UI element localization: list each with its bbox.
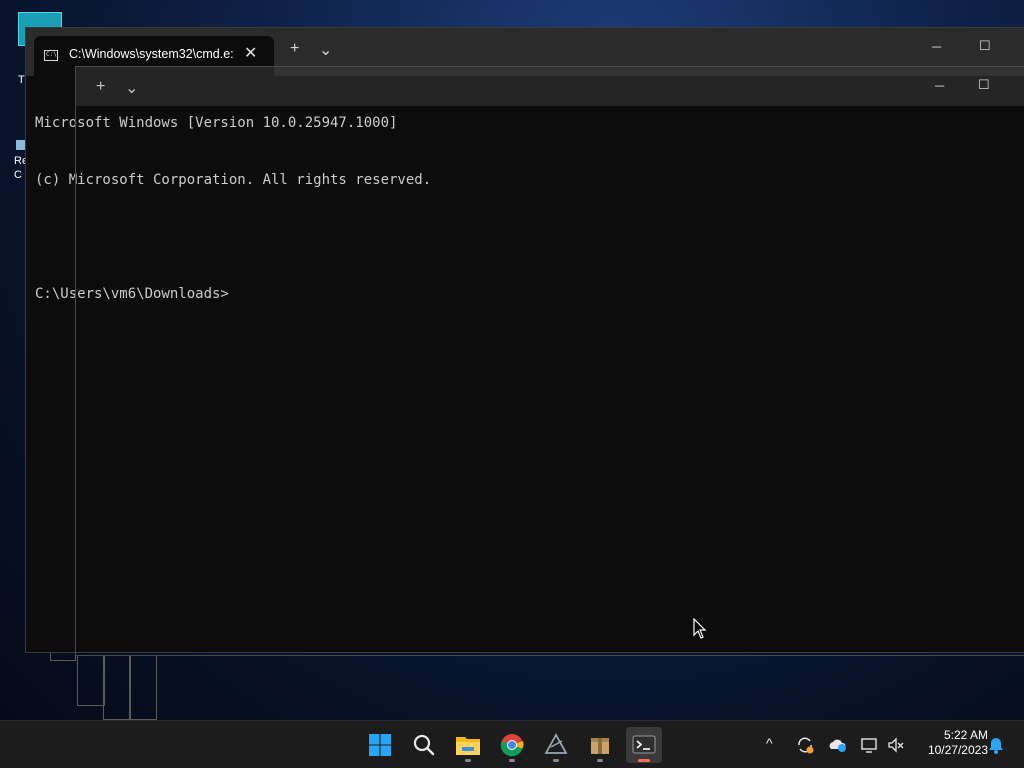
close-tab-icon[interactable]: ✕ [244,43,257,63]
cloud-status-icon[interactable] [827,735,849,755]
start-button[interactable] [362,727,398,763]
running-indicator [465,759,471,762]
app-icon [544,733,568,754]
windows-logo-icon [369,734,391,756]
console-line: Microsoft Windows [Version 10.0.25947.10… [35,115,398,131]
ghost-title-bar: + ⌄ ─ ☐ [75,66,1024,106]
taskbar-file-explorer[interactable] [450,727,486,763]
show-hidden-icons-button[interactable]: ^ [766,735,773,751]
clock-date: 10/27/2023 [927,743,988,757]
window-shadow-frame [103,655,131,720]
tab-title: C:\Windows\system32\cmd.e: [69,47,234,61]
window-shadow-frame [77,655,105,706]
dropdown-button[interactable]: ⌄ [319,40,332,60]
package-icon [591,738,609,754]
console-prompt: C:\Users\vm6\Downloads> [35,286,229,302]
cmd-icon: C:\ [44,50,58,61]
chrome-icon [500,734,524,757]
taskbar-app[interactable] [538,727,574,763]
volume-muted-icon[interactable] [886,735,906,755]
folder-icon [456,737,480,755]
active-indicator [638,759,650,762]
console-line: (c) Microsoft Corporation. All rights re… [35,172,432,188]
window-shadow-frame [129,655,157,720]
mouse-cursor-icon [693,618,707,639]
system-clock[interactable]: 5:22 AM 10/27/2023 [912,728,988,758]
search-icon [413,734,435,756]
ghost-minimize-icon: ─ [935,78,945,93]
taskbar-package[interactable] [582,727,618,763]
taskbar-terminal[interactable] [626,727,662,763]
ghost-maximize-icon: ☐ [978,77,990,92]
terminal-window[interactable]: C:\ C:\Windows\system32\cmd.e: ✕ + ⌄ ─ ☐… [25,27,1024,653]
running-indicator [553,759,559,762]
console-output[interactable]: Microsoft Windows [Version 10.0.25947.10… [35,76,431,342]
terminal-icon [632,735,656,754]
notification-bell-icon[interactable] [987,735,1005,755]
taskbar-chrome[interactable] [494,727,530,763]
ghost-dropdown-icon: ⌄ [125,80,139,97]
ghost-new-tab-icon: + [96,78,106,95]
minimize-button[interactable]: ─ [932,39,941,54]
clock-time: 5:22 AM [943,728,988,742]
network-icon[interactable] [860,735,880,755]
running-indicator [509,759,515,762]
sync-icon[interactable] [795,735,815,755]
taskbar-search-button[interactable] [406,727,442,763]
new-tab-button[interactable]: + [290,40,299,58]
running-indicator [597,759,603,762]
maximize-button[interactable]: ☐ [979,38,991,54]
